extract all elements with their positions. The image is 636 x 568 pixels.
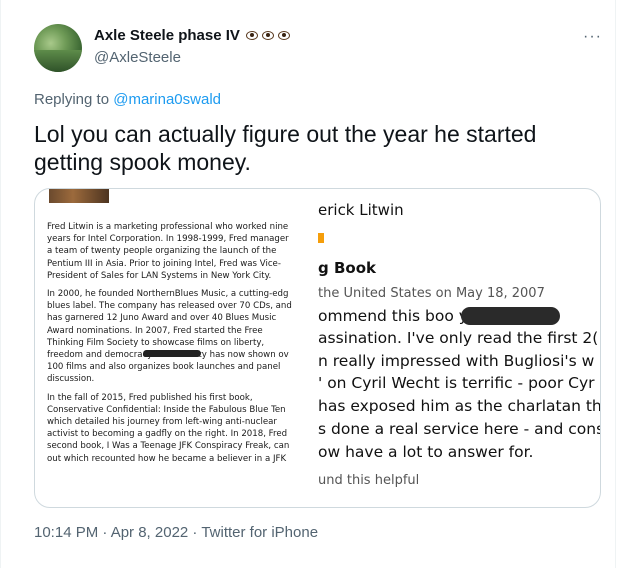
- more-options-icon[interactable]: ···: [583, 28, 602, 46]
- review-line: n really impressed with Bugliosi's w: [318, 352, 595, 370]
- replying-prefix: Replying to: [34, 91, 110, 108]
- bio-line: Thinking Film Society to showcase films …: [47, 337, 265, 348]
- bio-line: Award nominations. In 2007, Fred started…: [47, 325, 263, 336]
- bio-line: Fred Litwin is a marketing professional …: [47, 222, 289, 232]
- photo-fragment: [49, 189, 109, 203]
- review-meta: the United States on May 18, 2007: [318, 286, 545, 301]
- bio-line: 100 films and also organizes book launch…: [47, 362, 281, 373]
- review-screenshot: erick Litwin g Book the United States on…: [318, 189, 600, 507]
- review-line: ow have a lot to answer for.: [318, 443, 534, 461]
- redaction-mark: [143, 350, 201, 357]
- tweet-timestamp[interactable]: 10:14 PM · Apr 8, 2022 · Twitter for iPh…: [34, 524, 318, 541]
- tweet-container: Axle Steele phase IV @AxleSteele ··· Rep…: [0, 0, 616, 568]
- bio-line: second book, I Was a Teenage JFK Conspir…: [47, 441, 290, 452]
- bio-line: President of Sales for LAN Systems in Ne…: [47, 270, 272, 281]
- review-helpful: und this helpful: [318, 473, 420, 488]
- bio-line: out which recounted how he became a beli…: [47, 453, 287, 464]
- bio-paragraph: In 2000, he founded NorthernBlues Music,…: [47, 288, 319, 386]
- author-name-row[interactable]: Axle Steele phase IV: [94, 27, 290, 44]
- attached-image[interactable]: Fred Litwin is a marketing professional …: [34, 188, 601, 508]
- tweet-text: Lol you can actually figure out the year…: [34, 121, 537, 175]
- bio-line: In the fall of 2015, Fred published his …: [47, 392, 253, 403]
- review-line: assination. I've only read the first 2(: [318, 329, 599, 347]
- review-line: has exposed him as the charlatan th: [318, 397, 600, 415]
- star-rating-fragment: [318, 233, 324, 243]
- replying-to: Replying to @marina0swald: [34, 91, 221, 108]
- bio-line: Conservative Confidential: Inside the Fa…: [47, 404, 286, 415]
- bio-line: a team of twenty people organizing the l…: [47, 246, 277, 257]
- bio-line: years for Intel Corporation. In 1998-199…: [47, 234, 289, 245]
- bio-line: discussion.: [47, 374, 95, 385]
- review-line: s done a real service here - and cons: [318, 420, 600, 438]
- bio-screenshot: Fred Litwin is a marketing professional …: [35, 189, 319, 507]
- bio-line: which detailed his journey from left-win…: [47, 417, 277, 428]
- bio-text: Fred Litwin is a marketing professional …: [47, 221, 319, 471]
- review-line: ' on Cyril Wecht is terrific - poor Cyr: [318, 374, 595, 392]
- review-title: g Book: [318, 259, 376, 277]
- author-name[interactable]: Axle Steele phase IV: [94, 27, 240, 44]
- bio-line: activist to becoming a gadfly on the rig…: [47, 429, 288, 440]
- bio-line: blues label. The company has released ov…: [47, 301, 292, 312]
- bio-line: Pentium III in Asia. Prior to joining In…: [47, 258, 281, 269]
- avatar[interactable]: [34, 24, 82, 72]
- bio-line: has garnered 12 Juno Award and over 40 B…: [47, 313, 277, 324]
- bio-paragraph: In the fall of 2015, Fred published his …: [47, 392, 319, 465]
- review-author: erick Litwin: [318, 201, 404, 219]
- redaction-mark: [461, 307, 560, 325]
- replying-handle-link[interactable]: @marina0swald: [113, 91, 221, 108]
- bio-paragraph: Fred Litwin is a marketing professional …: [47, 221, 319, 282]
- eyes-emoji-icon: [245, 31, 290, 40]
- bio-line: In 2000, he founded NorthernBlues Music,…: [47, 289, 289, 300]
- author-handle[interactable]: @AxleSteele: [94, 49, 181, 66]
